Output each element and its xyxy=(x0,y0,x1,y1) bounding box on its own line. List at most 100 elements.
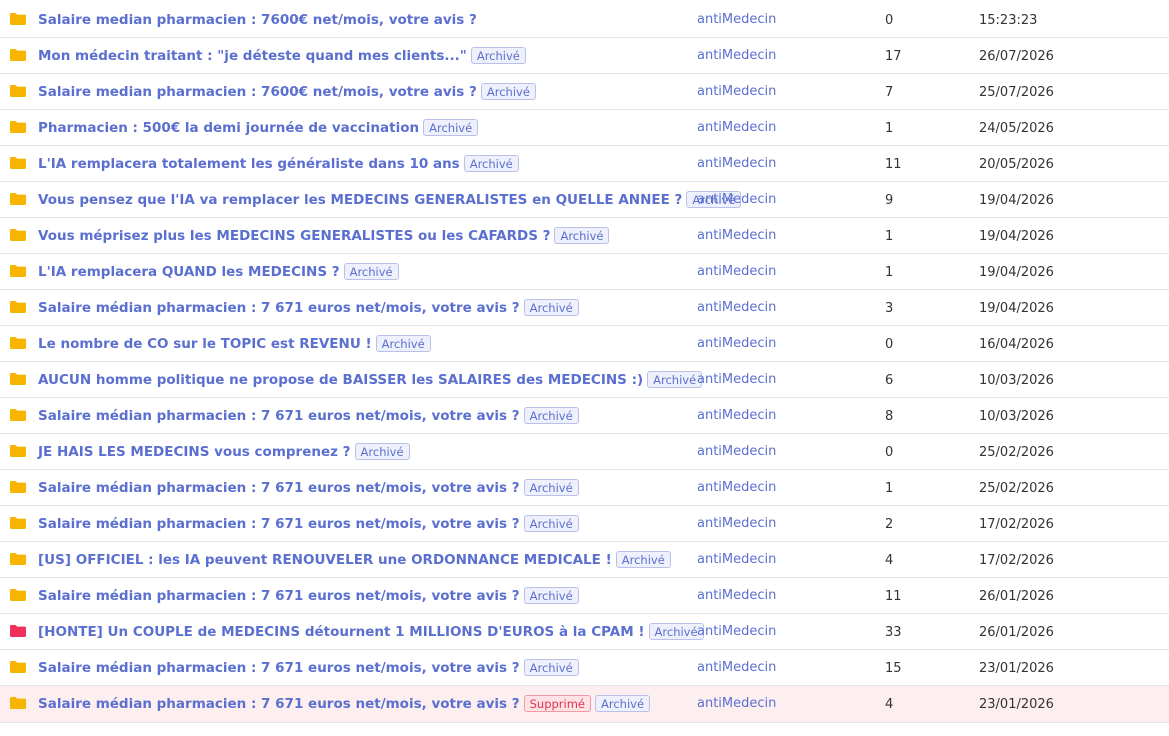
topic-title-cell: Salaire médian pharmacien : 7 671 euros … xyxy=(38,398,579,433)
topic-reply-count: 33 xyxy=(885,625,902,640)
topic-title-link[interactable]: Salaire median pharmacien : 7600€ net/mo… xyxy=(38,12,477,28)
topic-row-8: L'IA remplacera QUAND les MEDECINS ? Arc… xyxy=(0,254,1169,290)
topic-title-link[interactable]: Salaire médian pharmacien : 7 671 euros … xyxy=(38,300,520,316)
topic-reply-count: 1 xyxy=(885,265,894,280)
topic-last-date: 23/01/2026 xyxy=(979,697,1054,712)
topic-author-link[interactable]: antiMedecin xyxy=(697,110,776,145)
topic-title-link[interactable]: [HONTE] Un COUPLE de MEDECINS détournent… xyxy=(38,624,645,640)
topic-author-link[interactable]: antiMedecin xyxy=(697,434,776,469)
topic-title-link[interactable]: Salaire médian pharmacien : 7 671 euros … xyxy=(38,408,520,424)
topic-title-link[interactable]: L'IA remplacera totalement les généralis… xyxy=(38,156,460,172)
topic-title-link[interactable]: Salaire médian pharmacien : 7 671 euros … xyxy=(38,696,520,712)
archived-badge: Archivé xyxy=(523,479,579,496)
topic-author-link[interactable]: antiMedecin xyxy=(697,218,776,253)
topic-title-link[interactable]: L'IA remplacera QUAND les MEDECINS ? xyxy=(38,264,340,280)
topic-row-1: Salaire median pharmacien : 7600€ net/mo… xyxy=(0,2,1169,38)
topic-title-cell: JE HAIS LES MEDECINS vous comprenez ? Ar… xyxy=(38,434,410,469)
archived-badge: Archivé xyxy=(595,695,651,712)
topic-title-cell: Vous méprisez plus les MEDECINS GENERALI… xyxy=(38,218,610,253)
topic-author-link[interactable]: antiMedecin xyxy=(697,38,776,73)
topic-row-18: [HONTE] Un COUPLE de MEDECINS détournent… xyxy=(0,614,1169,650)
topic-title-cell: [US] OFFICIEL : les IA peuvent RENOUVELE… xyxy=(38,542,671,577)
topic-title-link[interactable]: Salaire médian pharmacien : 7 671 euros … xyxy=(38,660,520,676)
topic-row-10: Le nombre de CO sur le TOPIC est REVENU … xyxy=(0,326,1169,362)
archived-badge: Archivé xyxy=(647,371,703,388)
topic-title-link[interactable]: [US] OFFICIEL : les IA peuvent RENOUVELE… xyxy=(38,552,612,568)
topic-last-date: 19/04/2026 xyxy=(979,193,1054,208)
topic-title-link[interactable]: Vous méprisez plus les MEDECINS GENERALI… xyxy=(38,228,550,244)
topic-row-3: Salaire median pharmacien : 7600€ net/mo… xyxy=(0,74,1169,110)
topic-reply-count: 0 xyxy=(885,337,894,352)
folder-icon xyxy=(10,301,26,313)
folder-icon xyxy=(10,553,26,565)
folder-icon xyxy=(10,157,26,169)
topic-reply-count: 0 xyxy=(885,445,894,460)
topic-row-9: Salaire médian pharmacien : 7 671 euros … xyxy=(0,290,1169,326)
folder-icon xyxy=(10,589,26,601)
archived-badge: Archivé xyxy=(523,659,579,676)
topic-last-date: 19/04/2026 xyxy=(979,301,1054,316)
topic-row-2: Mon médecin traitant : "je déteste quand… xyxy=(0,38,1169,74)
topic-author-link[interactable]: antiMedecin xyxy=(697,362,776,397)
archived-badge: Archivé xyxy=(523,587,579,604)
folder-icon xyxy=(10,229,26,241)
topic-author-link[interactable]: antiMedecin xyxy=(697,254,776,289)
topic-author-link[interactable]: antiMedecin xyxy=(697,146,776,181)
topic-reply-count: 1 xyxy=(885,121,894,136)
topic-title-link[interactable]: Salaire médian pharmacien : 7 671 euros … xyxy=(38,480,520,496)
topic-last-date: 20/05/2026 xyxy=(979,157,1054,172)
topic-row-12: Salaire médian pharmacien : 7 671 euros … xyxy=(0,398,1169,434)
topic-last-date: 10/03/2026 xyxy=(979,409,1054,424)
topic-title-cell: Salaire médian pharmacien : 7 671 euros … xyxy=(38,290,579,325)
topic-title-cell: Salaire médian pharmacien : 7 671 euros … xyxy=(38,650,579,685)
topic-author-link[interactable]: antiMedecin xyxy=(697,650,776,685)
deleted-badge: Supprimé xyxy=(523,695,591,712)
topic-last-date: 16/04/2026 xyxy=(979,337,1054,352)
archived-badge: Archivé xyxy=(470,47,526,64)
folder-icon xyxy=(10,49,26,61)
topic-author-link[interactable]: antiMedecin xyxy=(697,470,776,505)
topic-author-link[interactable]: antiMedecin xyxy=(697,578,776,613)
topic-row-13: JE HAIS LES MEDECINS vous comprenez ? Ar… xyxy=(0,434,1169,470)
topic-author-link[interactable]: antiMedecin xyxy=(697,398,776,433)
topic-reply-count: 11 xyxy=(885,589,902,604)
topic-title-link[interactable]: Pharmacien : 500€ la demi journée de vac… xyxy=(38,120,419,136)
topic-reply-count: 6 xyxy=(885,373,894,388)
topic-author-link[interactable]: antiMedecin xyxy=(697,182,776,217)
topic-author-link[interactable]: antiMedecin xyxy=(697,74,776,109)
hot-folder-icon xyxy=(10,625,26,637)
topic-author-link[interactable]: antiMedecin xyxy=(697,326,776,361)
topic-title-cell: AUCUN homme politique ne propose de BAIS… xyxy=(38,362,703,397)
topic-title-link[interactable]: Le nombre de CO sur le TOPIC est REVENU … xyxy=(38,336,372,352)
topic-title-cell: L'IA remplacera QUAND les MEDECINS ? Arc… xyxy=(38,254,399,289)
topic-last-date: 26/01/2026 xyxy=(979,625,1054,640)
topic-reply-count: 11 xyxy=(885,157,902,172)
topic-last-date: 19/04/2026 xyxy=(979,265,1054,280)
topic-row-7: Vous méprisez plus les MEDECINS GENERALI… xyxy=(0,218,1169,254)
topic-title-link[interactable]: Salaire médian pharmacien : 7 671 euros … xyxy=(38,588,520,604)
topic-author-link[interactable]: antiMedecin xyxy=(697,686,776,721)
topic-title-link[interactable]: Salaire médian pharmacien : 7 671 euros … xyxy=(38,516,520,532)
topic-author-link[interactable]: antiMedecin xyxy=(697,542,776,577)
topic-title-cell: Salaire médian pharmacien : 7 671 euros … xyxy=(38,506,579,541)
topic-title-link[interactable]: Salaire median pharmacien : 7600€ net/mo… xyxy=(38,84,477,100)
archived-badge: Archivé xyxy=(343,263,399,280)
topic-row-4: Pharmacien : 500€ la demi journée de vac… xyxy=(0,110,1169,146)
topic-title-link[interactable]: JE HAIS LES MEDECINS vous comprenez ? xyxy=(38,444,351,460)
topic-title-cell: Salaire médian pharmacien : 7 671 euros … xyxy=(38,470,579,505)
topic-author-link[interactable]: antiMedecin xyxy=(697,614,776,649)
topic-row-15: Salaire médian pharmacien : 7 671 euros … xyxy=(0,506,1169,542)
topic-title-link[interactable]: Mon médecin traitant : "je déteste quand… xyxy=(38,48,467,64)
folder-icon xyxy=(10,661,26,673)
topic-author-link[interactable]: antiMedecin xyxy=(697,290,776,325)
topic-author-link[interactable]: antiMedecin xyxy=(697,2,776,37)
topic-title-link[interactable]: AUCUN homme politique ne propose de BAIS… xyxy=(38,372,643,388)
topic-reply-count: 1 xyxy=(885,229,894,244)
folder-icon xyxy=(10,697,26,709)
topic-title-link[interactable]: Vous pensez que l'IA va remplacer les ME… xyxy=(38,192,682,208)
topic-title-cell: Le nombre de CO sur le TOPIC est REVENU … xyxy=(38,326,431,361)
topic-reply-count: 8 xyxy=(885,409,894,424)
topic-reply-count: 7 xyxy=(885,85,894,100)
topic-author-link[interactable]: antiMedecin xyxy=(697,506,776,541)
topic-reply-count: 4 xyxy=(885,553,894,568)
